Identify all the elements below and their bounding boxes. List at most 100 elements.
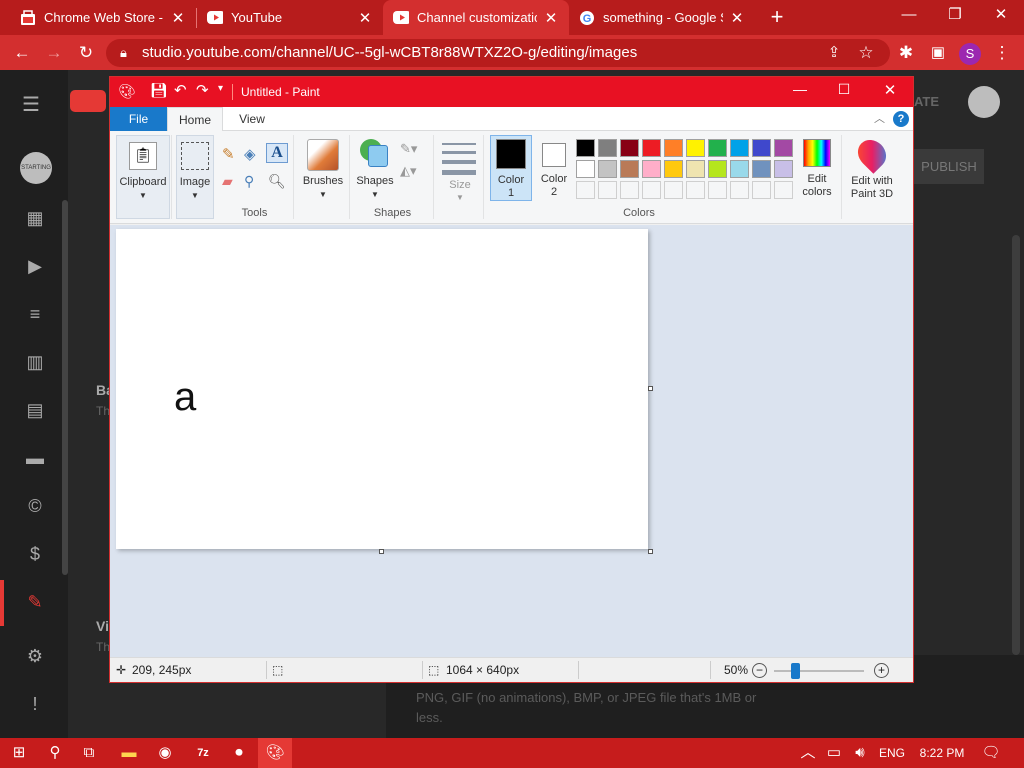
task-view-icon[interactable]: ⧉ — [72, 738, 106, 768]
tab-chrome-web-store[interactable]: Chrome Web Store - Ex ✕ — [10, 0, 196, 35]
subtitles-icon[interactable]: ▬ — [22, 448, 48, 470]
palette-color-swatch[interactable] — [752, 160, 771, 178]
palette-empty-swatch[interactable] — [576, 181, 595, 199]
extensions-puzzle-icon[interactable]: ✱ — [892, 39, 920, 67]
close-button[interactable]: ✕ — [880, 81, 900, 99]
comments-icon[interactable]: ▤ — [22, 400, 48, 422]
pencil-icon[interactable]: ✎ — [222, 145, 235, 163]
obs-record-icon[interactable]: ⏺ — [222, 738, 256, 768]
palette-empty-swatch[interactable] — [664, 181, 683, 199]
address-bar[interactable]: 🔒︎ studio.youtube.com/channel/UC--5gl-wC… — [106, 39, 890, 67]
language-indicator[interactable]: ENG — [876, 738, 908, 768]
tray-chevron-icon[interactable]: ︿ — [796, 738, 820, 768]
palette-empty-swatch[interactable] — [598, 181, 617, 199]
palette-color-swatch[interactable] — [730, 160, 749, 178]
close-window-button[interactable]: ✕ — [978, 0, 1024, 32]
tab-home[interactable]: Home — [167, 107, 223, 132]
quick-access-dropdown-icon[interactable]: ▾ — [218, 83, 223, 94]
restore-button[interactable]: ❐ — [932, 0, 978, 32]
zoom-in-button[interactable]: + — [874, 663, 889, 678]
fill-icon[interactable]: ◭▾ — [400, 163, 417, 179]
tab-channel-customization[interactable]: Channel customization ✕ — [383, 0, 569, 35]
publish-button[interactable]: PUBLISH — [914, 149, 984, 184]
shapes-button[interactable]: Shapes ▼ — [354, 135, 396, 205]
resize-handle-bottom[interactable] — [379, 549, 384, 554]
text-tool-icon[interactable]: A — [266, 143, 288, 163]
zoom-slider-thumb[interactable] — [791, 663, 800, 679]
paint-app-icon[interactable]: 🎨︎ — [118, 83, 136, 100]
close-icon[interactable]: ✕ — [357, 9, 373, 27]
palette-color-swatch[interactable] — [686, 139, 705, 157]
palette-empty-swatch[interactable] — [686, 181, 705, 199]
account-avatar[interactable] — [968, 86, 1000, 118]
redo-icon[interactable]: ↷ — [196, 81, 209, 99]
back-arrow-icon[interactable]: ← — [8, 39, 36, 67]
clock[interactable]: 8:22 PM — [912, 738, 972, 768]
outline-icon[interactable]: ✎▾ — [400, 141, 417, 157]
forward-arrow-icon[interactable]: → — [40, 39, 68, 67]
image-button[interactable]: Image ▼ — [176, 135, 214, 219]
clipboard-button[interactable]: 📋︎ Clipboard ▼ — [116, 135, 170, 219]
palette-color-swatch[interactable] — [774, 139, 793, 157]
create-button-partial[interactable]: ATE — [914, 94, 939, 109]
channel-avatar[interactable]: STARTING — [20, 152, 52, 184]
reload-icon[interactable]: ↻ — [72, 39, 100, 67]
palette-color-swatch[interactable] — [620, 160, 639, 178]
scrollbar[interactable] — [1012, 235, 1020, 655]
close-icon[interactable]: ✕ — [170, 9, 186, 27]
save-icon[interactable]: 💾︎ — [150, 82, 168, 99]
windows-start-icon[interactable]: ⊞ — [2, 738, 36, 768]
menu-dots-icon[interactable]: ⋮ — [988, 39, 1016, 67]
palette-color-swatch[interactable] — [774, 160, 793, 178]
chrome-icon[interactable]: ◉ — [148, 738, 182, 768]
file-explorer-icon[interactable]: ▬ — [112, 738, 146, 768]
palette-color-swatch[interactable] — [598, 139, 617, 157]
network-icon[interactable]: ▭ — [822, 738, 846, 768]
settings-gear-icon[interactable]: ⚙ — [22, 646, 48, 668]
palette-color-swatch[interactable] — [598, 160, 617, 178]
drawing-canvas[interactable]: a — [116, 229, 648, 549]
dashboard-icon[interactable]: ▦ — [22, 208, 48, 230]
profile-avatar[interactable]: S — [956, 39, 984, 67]
palette-empty-swatch[interactable] — [708, 181, 727, 199]
palette-empty-swatch[interactable] — [730, 181, 749, 199]
monetization-icon[interactable]: $ — [22, 544, 48, 566]
bookmark-star-icon[interactable]: ☆ — [852, 39, 880, 67]
palette-color-swatch[interactable] — [664, 139, 683, 157]
share-icon[interactable]: ⇪ — [820, 39, 848, 67]
palette-color-swatch[interactable] — [730, 139, 749, 157]
tab-file[interactable]: File — [110, 107, 167, 131]
fill-bucket-icon[interactable]: ◈ — [244, 145, 256, 163]
copyright-icon[interactable]: © — [22, 496, 48, 518]
minimize-button[interactable]: — — [790, 81, 810, 97]
palette-color-swatch[interactable] — [642, 139, 661, 157]
side-panel-icon[interactable]: ▣ — [924, 39, 952, 67]
palette-empty-swatch[interactable] — [620, 181, 639, 199]
palette-color-swatch[interactable] — [686, 160, 705, 178]
zoom-out-button[interactable]: − — [752, 663, 767, 678]
youtube-logo[interactable] — [70, 90, 106, 112]
resize-handle-right[interactable] — [648, 386, 653, 391]
color2-button[interactable]: Color 2 — [534, 135, 574, 201]
zoom-slider[interactable] — [774, 670, 864, 672]
resize-handle-corner[interactable] — [648, 549, 653, 554]
undo-icon[interactable]: ↶ — [174, 81, 187, 99]
tab-youtube[interactable]: YouTube ✕ — [197, 0, 383, 35]
analytics-icon[interactable]: ▥ — [22, 352, 48, 374]
close-icon[interactable]: ✕ — [729, 9, 745, 27]
sidebar-scrollbar[interactable] — [62, 200, 68, 575]
content-icon[interactable]: ▶ — [22, 256, 48, 278]
palette-color-swatch[interactable] — [708, 160, 727, 178]
hamburger-menu-icon[interactable]: ☰ — [22, 92, 48, 117]
search-icon[interactable]: ⚲ — [38, 738, 72, 768]
magnifier-icon[interactable]: 🔍︎ — [268, 173, 286, 190]
palette-empty-swatch[interactable] — [774, 181, 793, 199]
collapse-ribbon-icon[interactable]: ︿ — [874, 110, 885, 126]
customization-wand-icon[interactable]: ✎ — [22, 592, 48, 614]
edit-with-paint3d-button[interactable]: Edit with Paint 3D — [844, 134, 900, 205]
maximize-button[interactable]: ☐ — [834, 81, 854, 98]
tab-view[interactable]: View — [225, 107, 279, 131]
palette-empty-swatch[interactable] — [642, 181, 661, 199]
palette-color-swatch[interactable] — [642, 160, 661, 178]
minimize-button[interactable]: — — [886, 0, 932, 32]
